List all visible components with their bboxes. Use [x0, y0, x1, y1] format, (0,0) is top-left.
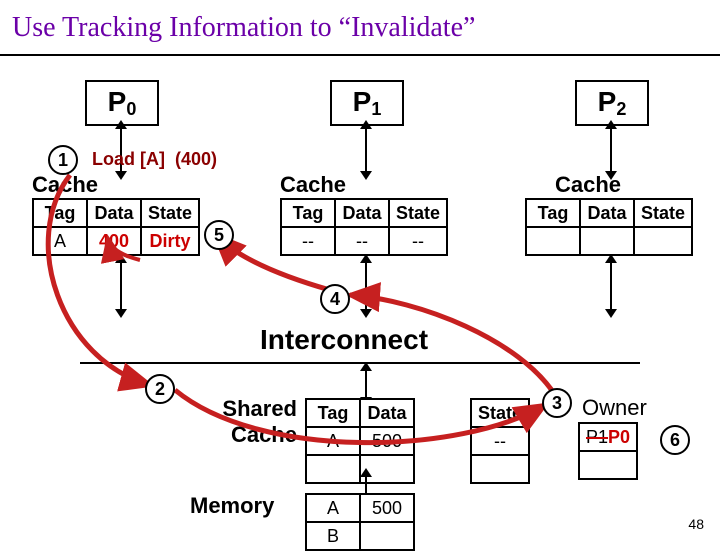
hdr-state: State	[141, 199, 199, 227]
table-row: A 500	[306, 494, 414, 522]
cache-table-p0: Tag Data State A 400 Dirty	[32, 198, 200, 256]
cache-label-p0: Cache	[32, 172, 98, 198]
table-row	[579, 451, 637, 479]
arrow-p2-cache	[610, 128, 612, 172]
slide-number: 48	[688, 516, 704, 532]
interconnect-label: Interconnect	[260, 324, 428, 356]
shared-state: --	[471, 427, 529, 455]
slide-title: Use Tracking Information to “Invalidate”	[12, 12, 475, 44]
mem-bv	[360, 522, 414, 550]
step-6-badge: 6	[660, 425, 690, 455]
step-5-badge: 5	[204, 220, 234, 250]
hdr-state: State	[634, 199, 692, 227]
hdr-tag: Tag	[281, 199, 335, 227]
p0-tag: A	[33, 227, 87, 255]
shared-state-2	[471, 455, 529, 483]
p1-state: --	[389, 227, 447, 255]
p2-state	[634, 227, 692, 255]
p1-tag: --	[281, 227, 335, 255]
hdr-state: State	[471, 399, 529, 427]
hdr-data: Data	[360, 399, 414, 427]
p2-data	[580, 227, 634, 255]
step-2-badge: 2	[145, 374, 175, 404]
mem-b: B	[306, 522, 360, 550]
arrow-p1-cache	[365, 128, 367, 172]
arrow-ic-shared	[365, 370, 367, 398]
shared-cache-label: SharedCache	[207, 396, 297, 448]
title-rule	[0, 54, 720, 56]
table-row: B	[306, 522, 414, 550]
table-row: -- -- --	[281, 227, 447, 255]
step-3-badge: 3	[542, 388, 572, 418]
table-row: A 500	[306, 427, 414, 455]
cache-table-p1: Tag Data State -- -- --	[280, 198, 448, 256]
cache-label-p1: Cache	[280, 172, 346, 198]
hdr-data: Data	[335, 199, 389, 227]
hdr-tag: Tag	[526, 199, 580, 227]
p1-data: --	[335, 227, 389, 255]
table-row	[526, 227, 692, 255]
cache-table-p2: Tag Data State	[525, 198, 693, 256]
table-row	[471, 455, 529, 483]
shared-tag: A	[306, 427, 360, 455]
owner-cell: P1P0	[579, 423, 637, 451]
hdr-data: Data	[87, 199, 141, 227]
step-4-badge: 4	[320, 284, 350, 314]
arrow-p0-ic	[120, 262, 122, 310]
arrow-p2-ic	[610, 262, 612, 310]
shared-state-table: State --	[470, 398, 530, 484]
mem-a: A	[306, 494, 360, 522]
p2-tag	[526, 227, 580, 255]
arrow-shared-mem	[365, 476, 367, 494]
mem-av: 500	[360, 494, 414, 522]
memory-label: Memory	[190, 493, 274, 519]
shared-data: 500	[360, 427, 414, 455]
owner-cell-2	[579, 451, 637, 479]
step-1-badge: 1	[48, 145, 78, 175]
hdr-tag: Tag	[33, 199, 87, 227]
table-row: --	[471, 427, 529, 455]
arrow-p1-ic	[365, 262, 367, 310]
memory-table: A 500 B	[305, 493, 415, 551]
hdr-data: Data	[580, 199, 634, 227]
p0-data: 400	[87, 227, 141, 255]
owner-col-label: Owner	[582, 395, 647, 421]
cache-label-p2: Cache	[555, 172, 621, 198]
hdr-state: State	[389, 199, 447, 227]
owner-table: P1P0	[578, 422, 638, 480]
p0-state: Dirty	[141, 227, 199, 255]
hdr-tag: Tag	[306, 399, 360, 427]
table-row: P1P0	[579, 423, 637, 451]
shared-tag-2	[306, 455, 360, 483]
table-row: A 400 Dirty	[33, 227, 199, 255]
load-instruction: Load [A] (400)	[92, 149, 217, 170]
